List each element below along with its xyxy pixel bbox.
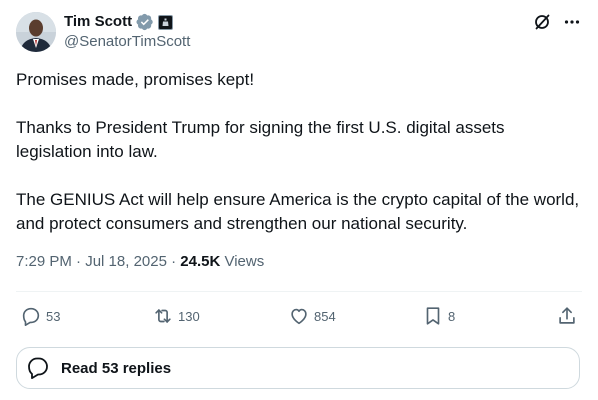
avatar[interactable] (16, 12, 56, 52)
avatar-image (16, 12, 56, 52)
tweet-time[interactable]: 7:29 PM (16, 253, 72, 270)
tweet-paragraph: Promises made, promises kept! (16, 70, 255, 89)
like-count: 854 (314, 308, 336, 324)
share-button[interactable] (556, 302, 578, 330)
author-name-row: Tim Scott (64, 12, 174, 32)
tweet-date[interactable]: Jul 18, 2025 (85, 253, 167, 270)
grok-icon[interactable] (532, 12, 552, 32)
author-handle[interactable]: @SenatorTimScott (64, 32, 190, 52)
like-button[interactable]: 854 (288, 302, 336, 330)
tweet-paragraph: The GENIUS Act will help ensure America … (16, 190, 580, 233)
like-icon (291, 308, 307, 325)
tweet-text: Promises made, promises kept! Thanks to … (16, 68, 582, 236)
meta-separator: · (71, 253, 86, 270)
tweet-top-actions (532, 12, 582, 32)
divider (16, 291, 582, 292)
tweet-meta: 7:29 PM · Jul 18, 2025 · 24.5K Views (16, 252, 264, 272)
bookmark-icon (426, 307, 440, 325)
repost-button[interactable]: 130 (152, 302, 200, 330)
author-name[interactable]: Tim Scott (64, 12, 132, 32)
tweet-paragraph: Thanks to President Trump for signing th… (16, 118, 505, 161)
read-replies-button[interactable]: Read 53 replies (16, 347, 580, 389)
share-icon (559, 307, 575, 324)
more-icon[interactable] (562, 12, 582, 32)
read-replies-icon (28, 357, 48, 379)
bookmark-button[interactable]: 8 (422, 302, 455, 330)
views-count[interactable]: 24.5K (180, 253, 220, 270)
tweet-action-bar: 53 130 854 8 (16, 302, 582, 330)
affiliate-badge-icon[interactable] (158, 14, 174, 30)
reply-count: 53 (46, 308, 61, 324)
reply-icon (22, 307, 40, 326)
repost-icon (155, 309, 171, 323)
meta-separator: · (166, 253, 181, 270)
verified-badge-icon[interactable] (136, 13, 154, 31)
reply-button[interactable]: 53 (20, 302, 60, 330)
views-label: Views (220, 253, 265, 270)
read-replies-label: Read 53 replies (61, 359, 172, 377)
repost-count: 130 (178, 308, 200, 324)
bookmark-count: 8 (448, 308, 456, 324)
